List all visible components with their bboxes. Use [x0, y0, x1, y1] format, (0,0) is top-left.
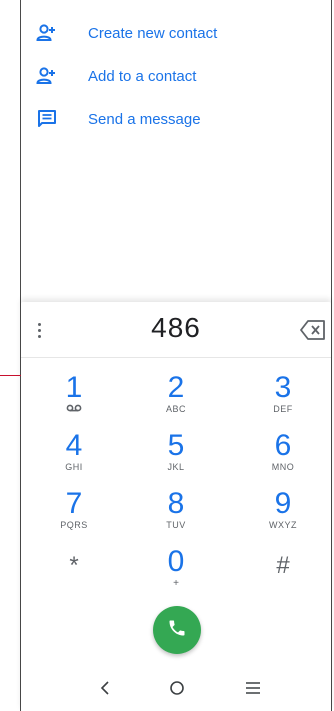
key-letters: MNO	[271, 462, 295, 472]
key-digit: 3	[274, 371, 292, 404]
key-digit: 5	[167, 429, 185, 462]
key-plus: +	[173, 578, 179, 589]
dial-key-4[interactable]: 4 GHI	[34, 430, 114, 484]
voicemail-icon	[34, 404, 114, 415]
key-letters: JKL	[167, 462, 185, 472]
key-letters: WXYZ	[269, 520, 297, 530]
system-nav-bar	[21, 665, 331, 711]
dial-key-2[interactable]: 2 ABC	[136, 372, 216, 426]
back-icon[interactable]	[90, 675, 120, 701]
key-letters: TUV	[166, 520, 186, 530]
key-digit: 9	[274, 487, 292, 520]
add-person-icon	[35, 21, 59, 45]
dial-key-6[interactable]: 6 MNO	[243, 430, 323, 484]
key-digit: 8	[167, 487, 185, 520]
key-letters: GHI	[65, 462, 83, 472]
key-letters: DEF	[273, 404, 293, 414]
dial-key-7[interactable]: 7 PQRS	[34, 488, 114, 542]
create-new-contact-option[interactable]: Create new contact	[21, 12, 331, 54]
key-letters: ABC	[165, 404, 186, 414]
add-to-contact-option[interactable]: Add to a contact	[21, 55, 331, 97]
dialpad-sheet: 486 1 2 ABC 3 DEF 4 GHI 5 JKL 6 MNO 7 PQ…	[21, 302, 331, 711]
call-button[interactable]	[153, 606, 201, 654]
send-message-option[interactable]: Send a message	[21, 98, 331, 140]
dial-key-5[interactable]: 5 JKL	[136, 430, 216, 484]
key-digit: 6	[274, 429, 292, 462]
key-digit: 4	[65, 429, 83, 462]
dialed-digits[interactable]: 486	[21, 312, 331, 344]
backspace-icon[interactable]	[300, 319, 326, 341]
key-digit: 2	[167, 371, 185, 404]
key-letters: PQRS	[60, 520, 88, 530]
add-person-icon	[35, 64, 59, 88]
dial-key-9[interactable]: 9 WXYZ	[243, 488, 323, 542]
key-digit: 7	[65, 487, 83, 520]
dial-key-8[interactable]: 8 TUV	[136, 488, 216, 542]
dial-key-star[interactable]: *	[34, 550, 114, 604]
send-message-label: Send a message	[88, 110, 201, 128]
key-symbol: #	[276, 552, 290, 579]
digits-bar: 486	[21, 302, 331, 358]
create-new-contact-label: Create new contact	[88, 24, 218, 42]
home-icon[interactable]	[162, 675, 192, 701]
phone-icon	[167, 618, 187, 643]
key-digit: 0	[167, 545, 185, 578]
add-to-contact-label: Add to a contact	[88, 67, 197, 85]
dial-key-1[interactable]: 1	[34, 372, 114, 426]
phone-frame-right-edge	[331, 0, 332, 711]
message-icon	[35, 107, 59, 131]
recents-icon[interactable]	[238, 675, 268, 701]
suggested-actions: Create new contact Add to a contact Send…	[21, 0, 331, 300]
dial-key-0[interactable]: 0 +	[136, 546, 216, 600]
dial-key-3[interactable]: 3 DEF	[243, 372, 323, 426]
key-digit: 1	[65, 371, 83, 404]
key-symbol: *	[69, 552, 79, 579]
dial-key-hash[interactable]: #	[243, 550, 323, 604]
